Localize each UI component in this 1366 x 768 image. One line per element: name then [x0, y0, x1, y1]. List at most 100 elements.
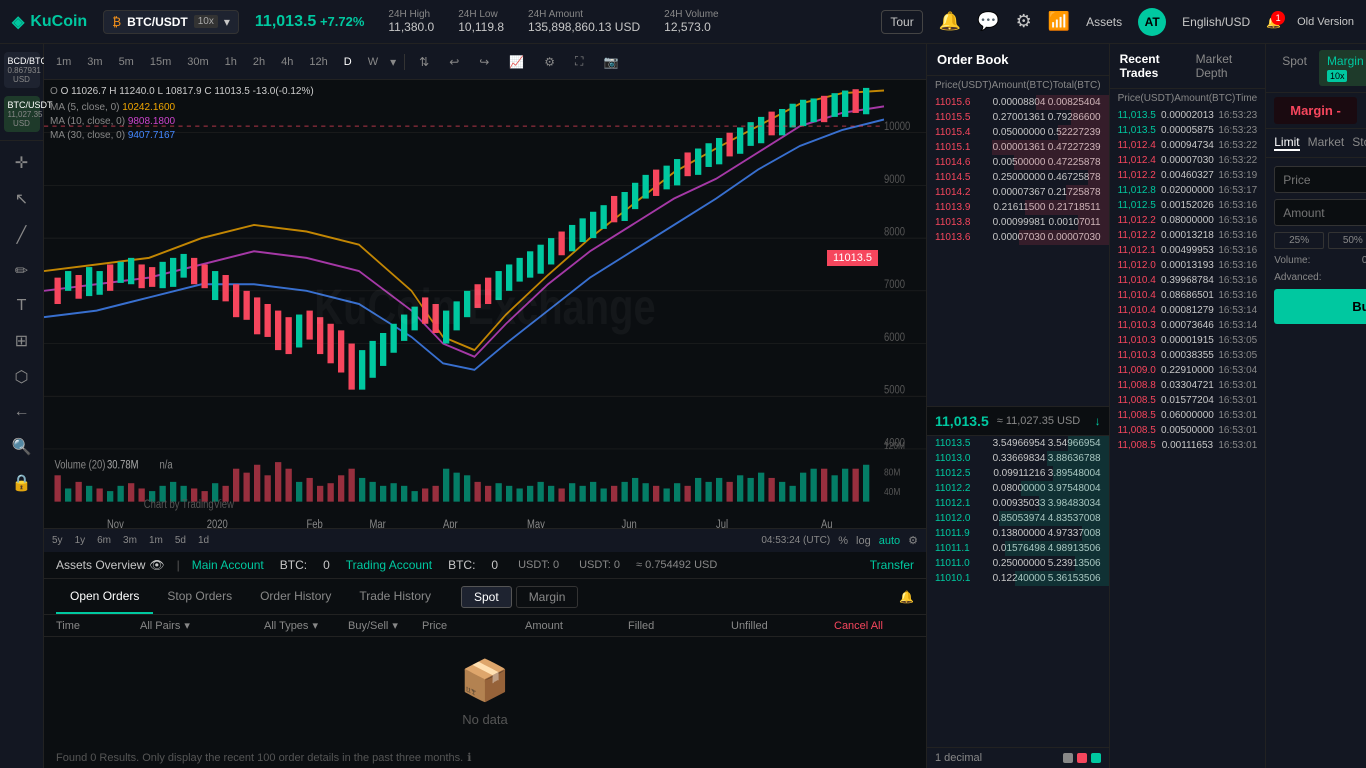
type-tab-margin[interactable]: Margin: [516, 586, 579, 608]
settings-icon[interactable]: ⚙: [1016, 11, 1032, 32]
zoom-5y[interactable]: 5y: [52, 535, 63, 546]
ob-ask-row[interactable]: 11013.80.000999810.00107011: [927, 215, 1109, 230]
auto-toggle[interactable]: auto: [879, 535, 900, 547]
log-toggle[interactable]: log: [856, 535, 871, 547]
ob-ask-row[interactable]: 11013.60.000070300.00007030: [927, 230, 1109, 245]
zoom-1y[interactable]: 1y: [75, 535, 86, 546]
col-buysell[interactable]: Buy/Sell ▾: [348, 619, 418, 632]
tf-dropdown[interactable]: ▾: [390, 55, 396, 69]
tf-5m[interactable]: 5m: [115, 54, 138, 70]
buy-pct-25[interactable]: 25%: [1274, 232, 1324, 249]
col-types[interactable]: All Types ▾: [264, 619, 344, 632]
tf-1h[interactable]: 1h: [221, 54, 241, 70]
ob-ask-row[interactable]: 11015.40.050000000.52227239: [927, 125, 1109, 140]
transfer-button[interactable]: Transfer: [870, 558, 914, 572]
language-selector[interactable]: English/USD: [1182, 15, 1250, 29]
old-version-link[interactable]: Old Version: [1297, 16, 1354, 28]
undo-icon[interactable]: ↩: [443, 53, 465, 71]
tf-1m[interactable]: 1m: [52, 54, 75, 70]
buy-pct-50[interactable]: 50%: [1328, 232, 1366, 249]
col-pairs[interactable]: All Pairs ▾: [140, 619, 260, 632]
type-tab-spot[interactable]: Spot: [461, 586, 512, 608]
col-cancel[interactable]: Cancel All: [834, 620, 914, 632]
crosshair-tool[interactable]: ✛: [11, 149, 32, 177]
tf-15m[interactable]: 15m: [146, 54, 175, 70]
sidebar-pair-btc[interactable]: BTC/USDT 11,027.35 USD: [4, 96, 40, 132]
zoom-6m[interactable]: 6m: [97, 535, 111, 546]
buy-button[interactable]: Buy BTC: [1274, 289, 1366, 324]
tab-order-history[interactable]: Order History: [246, 579, 345, 614]
tab-trade-history[interactable]: Trade History: [345, 579, 445, 614]
measure-tool[interactable]: ⊞: [11, 327, 32, 355]
ob-bid-row[interactable]: 11011.10.015764984.98913506: [927, 541, 1109, 556]
lock-tool[interactable]: 🔒: [8, 469, 36, 497]
fullscreen-icon[interactable]: ⛶: [569, 52, 589, 71]
tf-3m[interactable]: 3m: [83, 54, 106, 70]
tab-stop-orders[interactable]: Stop Orders: [153, 579, 246, 614]
bell-nav-icon[interactable]: 🔔: [939, 11, 961, 32]
line-tool[interactable]: ╱: [13, 221, 31, 249]
assets-button[interactable]: Assets: [1086, 15, 1122, 29]
zoom-1d[interactable]: 1d: [198, 535, 209, 546]
ob-bid-row[interactable]: 11013.53.549669543.54966954: [927, 436, 1109, 451]
trading-account-label[interactable]: Trading Account: [346, 558, 432, 572]
tour-button[interactable]: Tour: [881, 10, 922, 34]
tf-D[interactable]: D: [340, 54, 356, 70]
chart-style-icon[interactable]: 📈: [503, 53, 530, 71]
shape-tool[interactable]: ⬡: [11, 363, 33, 391]
tab-spot[interactable]: Spot: [1274, 50, 1315, 86]
ob-ask-row[interactable]: 11015.10.000013610.47227239: [927, 140, 1109, 155]
ob-bid-row[interactable]: 11011.00.250000005.23913506: [927, 556, 1109, 571]
ob-view-2[interactable]: [1077, 753, 1087, 763]
draw-tool[interactable]: ✏: [11, 257, 32, 285]
tab-margin[interactable]: Margin 10x: [1319, 50, 1366, 86]
ob-bid-row[interactable]: 11012.50.099112163.89548004: [927, 466, 1109, 481]
pct-toggle[interactable]: %: [838, 535, 848, 547]
sidebar-pair-bcd[interactable]: BCD/BTC 0.867931 USD: [4, 52, 40, 88]
ob-bid-row[interactable]: 11013.00.336698343.88636788: [927, 451, 1109, 466]
ob-ask-row[interactable]: 11013.90.216115000.21718511: [927, 200, 1109, 215]
ob-ask-row[interactable]: 11015.50.270013610.79286600: [927, 110, 1109, 125]
zoom-1m[interactable]: 1m: [149, 535, 163, 546]
buy-price-input[interactable]: [1283, 173, 1366, 187]
zoom-tool[interactable]: 🔍: [8, 433, 36, 461]
notification-bell[interactable]: 🔔1: [1266, 15, 1281, 29]
tab-recent-trades[interactable]: Recent Trades: [1120, 52, 1188, 80]
ob-view-1[interactable]: [1063, 753, 1073, 763]
ob-bid-row[interactable]: 11011.90.138000004.97337008: [927, 526, 1109, 541]
pair-selector[interactable]: ₿ BTC/USDT 10x ▾: [103, 10, 239, 34]
ob-bid-row[interactable]: 11010.10.122400005.36153506: [927, 571, 1109, 586]
text-tool[interactable]: T: [13, 293, 31, 319]
ob-bid-row[interactable]: 11012.20.080000003.97548004: [927, 481, 1109, 496]
subtab-market[interactable]: Market: [1308, 135, 1345, 151]
screenshot-icon[interactable]: 📷: [597, 53, 624, 71]
zoom-3m[interactable]: 3m: [123, 535, 137, 546]
tab-open-orders[interactable]: Open Orders: [56, 579, 153, 614]
ob-ask-row[interactable]: 11014.60.005000000.47225878: [927, 155, 1109, 170]
ob-view-3[interactable]: [1091, 753, 1101, 763]
tf-W[interactable]: W: [364, 54, 382, 70]
eye-icon[interactable]: 👁: [149, 558, 164, 572]
wifi-icon[interactable]: 📶: [1048, 11, 1070, 32]
tf-4h[interactable]: 4h: [277, 54, 297, 70]
avatar[interactable]: AT: [1138, 8, 1166, 36]
zoom-5d[interactable]: 5d: [175, 535, 186, 546]
cursor-tool[interactable]: ↖: [11, 185, 32, 213]
main-account-label[interactable]: Main Account: [192, 558, 264, 572]
orders-bell-icon[interactable]: 🔔: [899, 590, 914, 604]
indicators-icon[interactable]: ⚙: [538, 53, 561, 71]
ob-bid-row[interactable]: 11012.00.850539744.83537008: [927, 511, 1109, 526]
buy-amount-input[interactable]: [1283, 206, 1366, 220]
chart-settings-icon[interactable]: ⚙: [908, 534, 918, 547]
tab-market-depth[interactable]: Market Depth: [1196, 52, 1256, 80]
redo-icon[interactable]: ↪: [473, 53, 495, 71]
compare-icon[interactable]: ⇅: [413, 53, 435, 71]
tf-2h[interactable]: 2h: [249, 54, 269, 70]
chat-icon[interactable]: 💬: [977, 11, 999, 32]
info-icon[interactable]: ℹ: [467, 751, 471, 764]
tf-12h[interactable]: 12h: [305, 54, 331, 70]
subtab-stop-limit[interactable]: Stop Limit ▾: [1352, 135, 1366, 151]
ob-bid-row[interactable]: 11012.10.009350333.98483034: [927, 496, 1109, 511]
ob-ask-row[interactable]: 11015.60.000088040.00825404: [927, 95, 1109, 110]
magnet-tool[interactable]: ←: [10, 399, 34, 425]
